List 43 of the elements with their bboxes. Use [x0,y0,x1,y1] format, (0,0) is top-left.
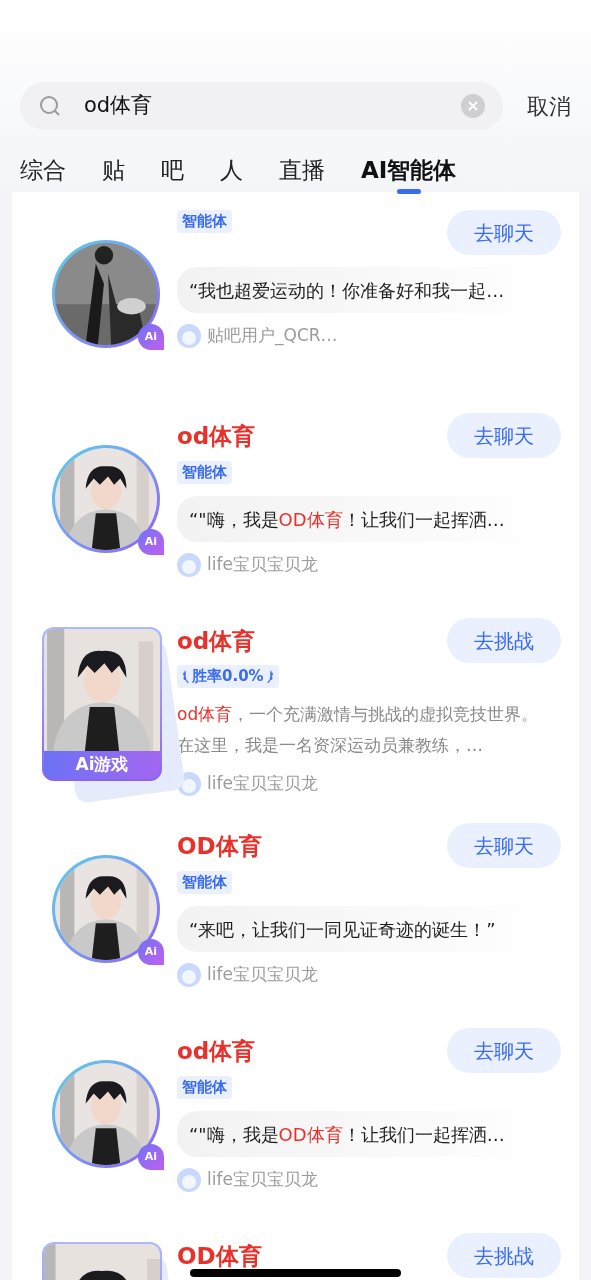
clear-icon[interactable] [461,94,485,118]
chat-button[interactable]: 去聊天 [447,1028,561,1073]
agent-tag: 智能体 [177,870,232,894]
agent-tag: 智能体 [177,1075,232,1099]
author-name[interactable]: 贴吧用户_QCR… [207,323,338,349]
chat-button[interactable]: 去聊天 [447,823,561,868]
game-label: Ai游戏 [44,751,160,779]
result-title[interactable]: od体育 [177,423,256,448]
user-avatar-icon [177,1167,201,1192]
result-title[interactable]: od体育 [177,628,256,653]
tab[interactable]: 吧 [161,148,184,192]
ai-badge: Ai [138,529,164,555]
author-name[interactable]: life宝贝宝贝龙 [207,1167,318,1193]
user-avatar-icon [177,552,201,577]
chat-button[interactable]: 去聊天 [447,210,561,255]
author-name[interactable]: life宝贝宝贝龙 [207,771,318,797]
challenge-button[interactable]: 去挑战 [447,1233,561,1278]
tab[interactable]: 直播 [279,148,325,192]
win-rate-tag: 胜率0.0% [177,665,279,688]
ai-badge: Ai [138,939,164,965]
tab[interactable]: 贴 [102,148,125,192]
cancel-button[interactable]: 取消 [527,89,571,123]
result-title[interactable]: OD体育 [177,1243,262,1268]
result-title[interactable]: OD体育 [177,833,262,858]
challenge-button[interactable]: 去挑战 [447,618,561,663]
user-avatar-icon [177,962,201,987]
laurel-icon [265,669,274,684]
result-title[interactable]: od体育 [177,1038,256,1063]
tab[interactable]: 综合 [20,148,66,192]
ai-badge: Ai [138,1144,164,1170]
tab[interactable]: 人 [220,148,243,192]
agent-tag: 智能体 [177,460,232,484]
search-field[interactable]: od体育 [84,90,461,122]
ai-badge: Ai [138,324,164,350]
search-icon [38,94,62,118]
chat-button[interactable]: 去聊天 [447,413,561,458]
search-bar[interactable]: od体育 [20,82,503,130]
user-avatar-icon [177,323,201,348]
author-name[interactable]: life宝贝宝贝龙 [207,552,318,578]
author-name[interactable]: life宝贝宝贝龙 [207,962,318,988]
agent-tag: 智能体 [177,210,232,233]
tab-indicator [396,189,421,194]
laurel-icon [182,669,190,684]
